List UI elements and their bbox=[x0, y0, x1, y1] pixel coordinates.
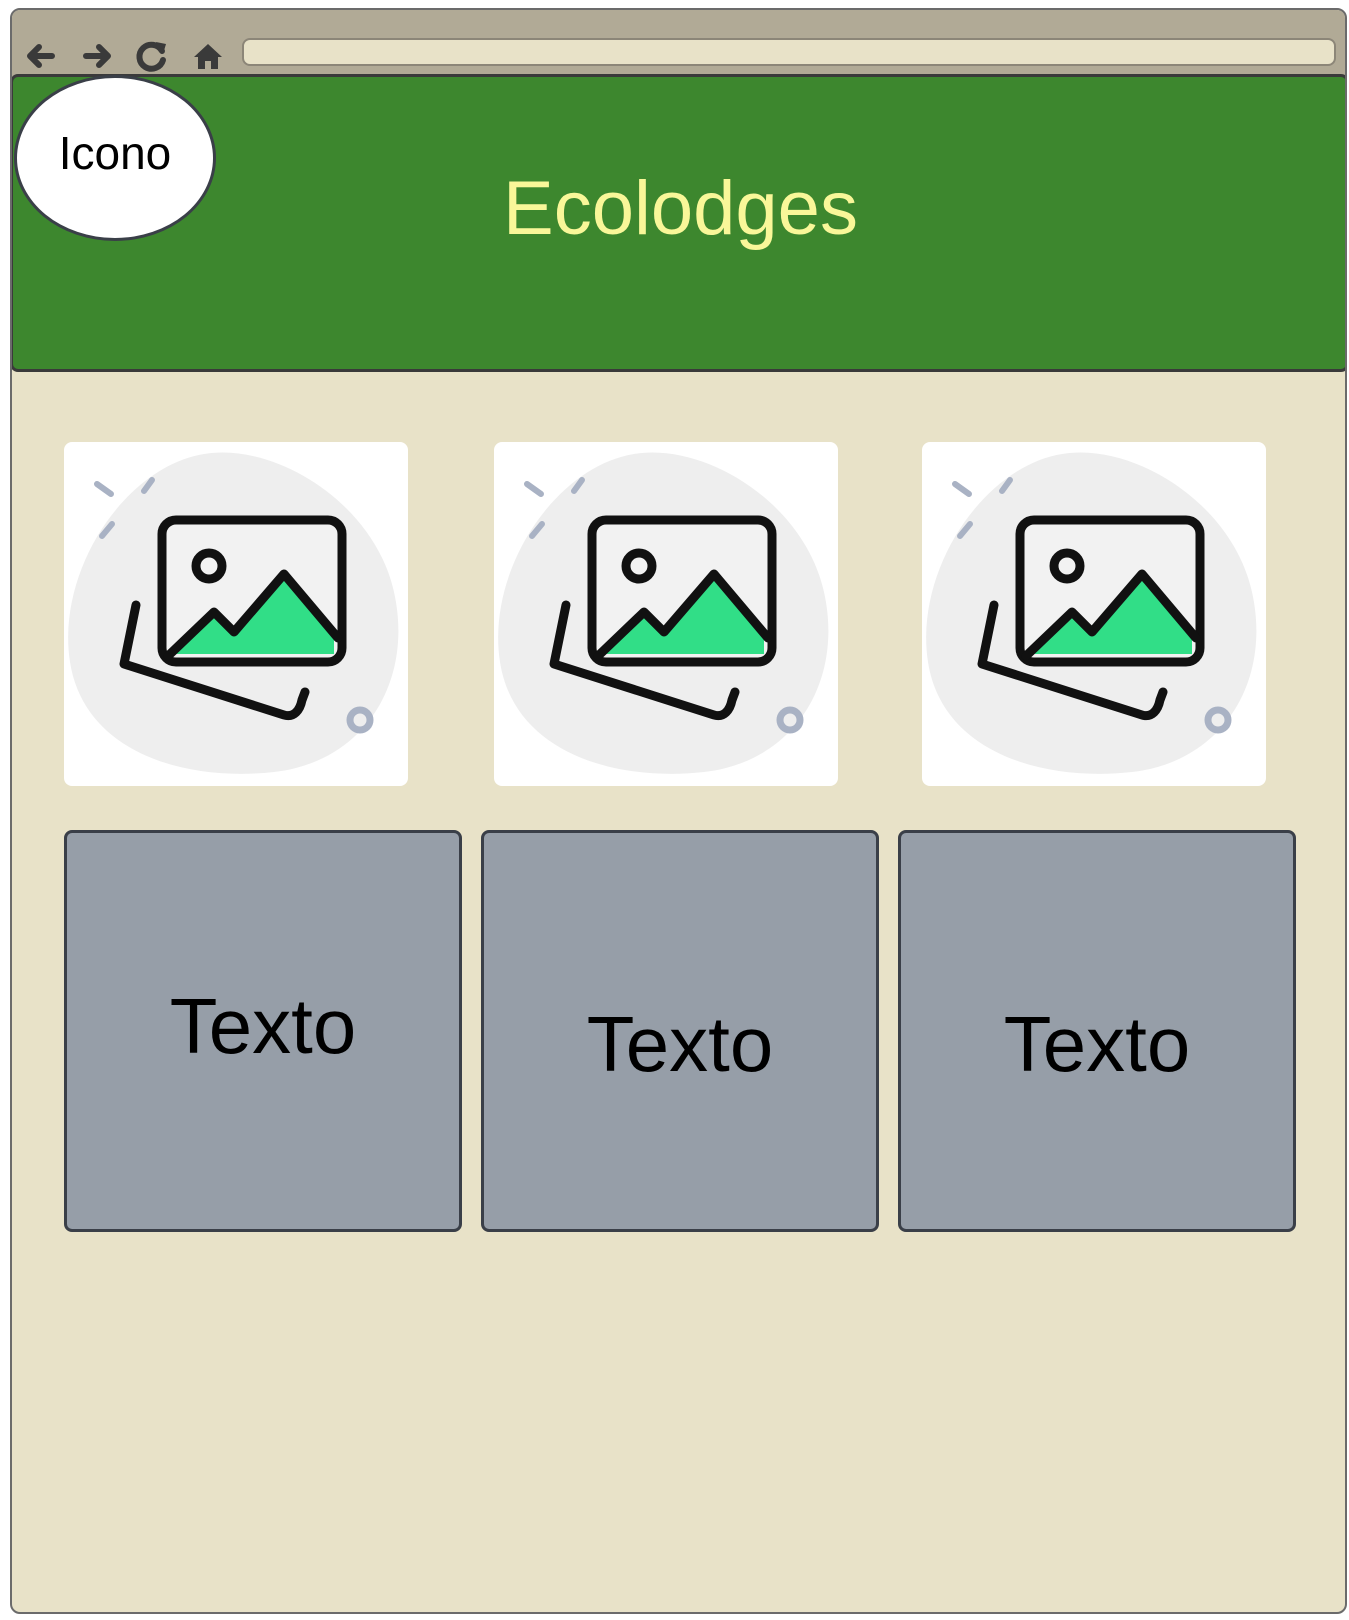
gallery-image-1[interactable] bbox=[64, 442, 408, 786]
gallery-image-2[interactable] bbox=[494, 442, 838, 786]
text-card-3[interactable]: Texto bbox=[898, 830, 1296, 1232]
reload-icon bbox=[136, 41, 166, 72]
home-button[interactable] bbox=[188, 36, 228, 76]
text-card-1[interactable]: Texto bbox=[64, 830, 462, 1232]
browser-toolbar bbox=[12, 10, 1345, 76]
image-placeholder-icon bbox=[926, 452, 1257, 774]
page-title: Ecolodges bbox=[503, 166, 858, 251]
browser-window: Icono Ecolodges Texto Texto Texto bbox=[10, 8, 1347, 1614]
arrow-right-icon bbox=[83, 44, 111, 68]
text-card-2[interactable]: Texto bbox=[481, 830, 879, 1232]
text-card-label: Texto bbox=[169, 982, 357, 1070]
gallery-image-3[interactable] bbox=[922, 442, 1266, 786]
forward-button[interactable] bbox=[78, 36, 118, 76]
address-bar[interactable] bbox=[242, 38, 1336, 66]
text-card-label: Texto bbox=[586, 1000, 774, 1088]
image-placeholder-icon bbox=[68, 452, 399, 774]
reload-button[interactable] bbox=[132, 36, 172, 76]
back-button[interactable] bbox=[20, 36, 60, 76]
text-card-label: Texto bbox=[1003, 1000, 1191, 1088]
home-icon bbox=[194, 44, 222, 69]
arrow-left-icon bbox=[27, 44, 55, 68]
image-placeholder-icon bbox=[498, 452, 829, 774]
